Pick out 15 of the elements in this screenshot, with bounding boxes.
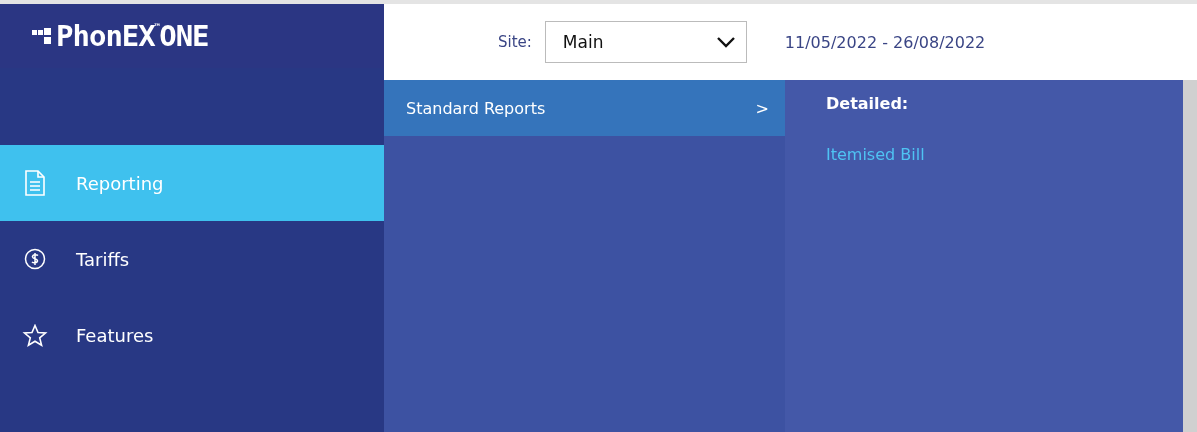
submenu-heading: Detailed: (826, 94, 910, 113)
sidebar-item[interactable]: Features (0, 297, 384, 373)
menu-label: Standard Reports (406, 98, 546, 118)
date-range: 11/05/2022 - 26/08/2022 (784, 32, 986, 52)
chevron-icon (715, 36, 736, 48)
star-icon (22, 323, 48, 347)
site-select[interactable]: Main (544, 21, 747, 63)
logo-icon (32, 28, 52, 44)
arrow-icon: > (755, 98, 769, 118)
dollar-icon (22, 248, 48, 270)
document-icon (22, 170, 48, 196)
sidebar-item[interactable]: Tariffs (0, 221, 384, 297)
menu-item[interactable]: Standard Reports > (384, 80, 785, 136)
logo-text: PhonEX$^{™}$ONE (56, 19, 209, 53)
site-label: Site: (498, 33, 532, 51)
